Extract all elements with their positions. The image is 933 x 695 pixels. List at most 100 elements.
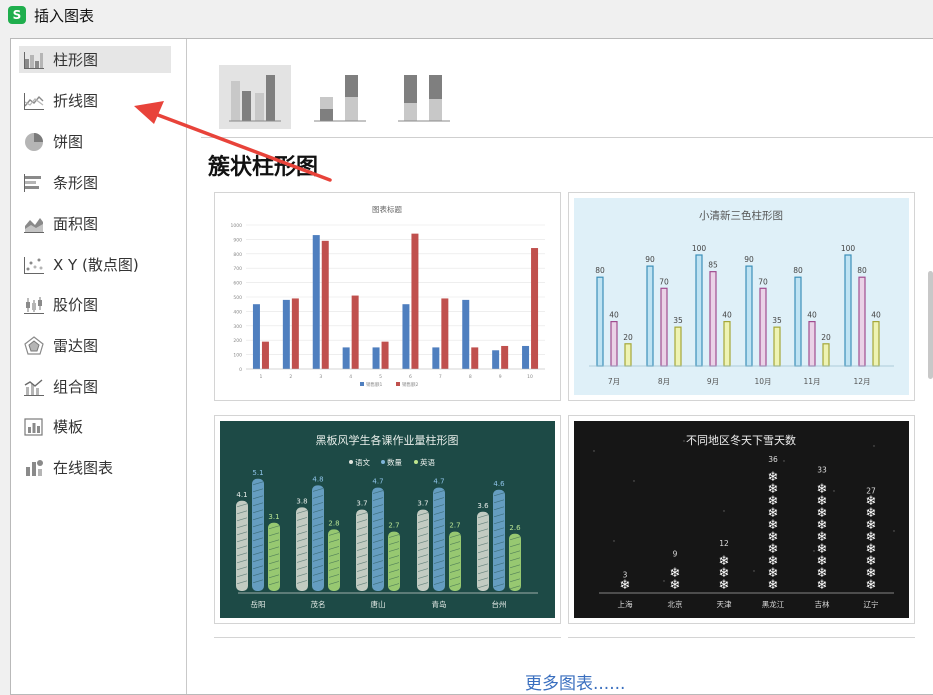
y-tick-label: 800 <box>233 252 242 258</box>
title-bar: S 插入图表 <box>0 0 933 30</box>
bar <box>449 531 461 591</box>
sidebar-item-line[interactable]: 折线图 <box>19 87 171 114</box>
bar <box>844 254 852 367</box>
sidebar-item-label: 组合图 <box>53 378 99 396</box>
data-label: 2.7 <box>388 522 399 530</box>
background-dot <box>813 550 815 552</box>
data-label: 4.1 <box>236 491 247 499</box>
sidebar-item-pie[interactable]: 饼图 <box>19 128 171 155</box>
x-tick-label: 上海 <box>618 599 633 609</box>
card-row-divider <box>568 637 915 638</box>
data-label: 4.7 <box>372 478 383 486</box>
y-tick-label: 1000 <box>231 223 243 229</box>
chart-title: 不同地区冬天下雪天数 <box>686 433 796 447</box>
chart-template-card-1[interactable]: 图表标题 0 100 200 300 400 500 600 700 800 900 1000 1 2 3 4… <box>214 192 561 401</box>
clustered-column-icon <box>229 75 281 122</box>
bar <box>432 347 440 369</box>
y-tick-label: 300 <box>233 324 242 330</box>
data-label: 2.8 <box>328 519 339 527</box>
scrollbar[interactable] <box>925 39 933 694</box>
combo-chart-icon <box>24 378 44 396</box>
scatter-chart-icon <box>24 256 44 274</box>
sidebar-item-column[interactable]: 柱形图 <box>19 46 171 73</box>
bar <box>822 343 830 367</box>
sidebar-item-area[interactable]: 面积图 <box>19 210 171 237</box>
bar <box>522 345 530 369</box>
chart-template-card-4[interactable]: 不同地区冬天下雪天数 ❄ 3 上海 ❄ ❄ 9 北京 ❄ ❄ ❄ 12 天津 ❄ ❄ ❄ ❄ ❄ ❄ ❄ ❄ ❄ ❄ 36 黑龙… <box>568 415 915 624</box>
y-tick-label: 700 <box>233 266 242 272</box>
more-charts-link[interactable]: 更多图表...... <box>525 669 625 694</box>
x-tick-label: 1 <box>260 374 263 380</box>
snowflake-icon: ❄ <box>866 494 877 509</box>
fresh-tricolor-bar-chart: 小清新三色柱形图8040207月9070358月10085409月9070351… <box>589 209 894 386</box>
pie-chart-icon <box>25 132 43 151</box>
sidebar-item-label: 在线图表 <box>53 459 114 477</box>
sidebar-item-bar[interactable]: 条形图 <box>19 169 171 196</box>
percent-stacked-column-icon <box>398 75 450 122</box>
stacked-column-subtype[interactable] <box>304 65 376 129</box>
sidebar-item-template[interactable]: 模板 <box>19 413 171 440</box>
chart-template-card-3[interactable]: 黑板风学生各课作业量柱形图 语文 数量 英语 4.1 5.1 3.1 岳阳 3.8 4.8 2.8 茂… <box>214 415 561 624</box>
x-tick-label: 2 <box>289 374 292 380</box>
bar <box>261 341 269 369</box>
radar-chart-icon <box>24 335 44 355</box>
clustered-column-subtype[interactable] <box>219 65 291 129</box>
bar <box>773 326 781 367</box>
x-tick-label: 8月 <box>658 377 670 386</box>
data-label: 100 <box>692 244 707 253</box>
snowflake-icon: ❄ <box>620 578 631 593</box>
sidebar-item-label: 模板 <box>53 418 84 436</box>
background-dot <box>633 480 635 482</box>
data-label: 4.8 <box>312 475 323 483</box>
background-dot <box>753 570 755 572</box>
section-title: 簇状柱形图 <box>208 155 319 180</box>
bar <box>501 345 509 369</box>
x-tick-label: 青岛 <box>432 599 447 609</box>
bar <box>610 320 618 367</box>
x-tick-label: 7 <box>439 374 442 380</box>
sidebar-item-scatter[interactable]: X Y (散点图) <box>19 251 171 278</box>
chart-title: 小清新三色柱形图 <box>699 209 783 222</box>
x-tick-label: 9 <box>499 374 502 380</box>
chart-template-card-2[interactable]: 小清新三色柱形图 80 40 20 7月 90 70 35 8月 100 85 40 9月 90 70 35 1… <box>568 192 915 401</box>
data-label: 80 <box>857 266 867 275</box>
sidebar-item-stock[interactable]: 股价图 <box>19 291 171 318</box>
bar <box>646 265 654 367</box>
x-tick-label: 辽宁 <box>864 599 879 609</box>
background-dot <box>873 445 875 447</box>
bar <box>441 298 449 369</box>
app-logo-icon: S <box>8 6 26 24</box>
column-chart-icon <box>24 51 44 69</box>
data-label: 70 <box>758 277 768 286</box>
bar <box>381 341 389 369</box>
data-label: 33 <box>817 466 827 475</box>
background-dot <box>783 460 785 462</box>
stock-chart-icon <box>24 296 44 314</box>
legend-dot <box>381 460 385 464</box>
bar <box>342 347 350 369</box>
clustered-bar-chart: 图表标题 0 100 200 300 400 500 600 700 800 900 1000 1 2 3 4… <box>220 198 555 395</box>
data-label: 5.1 <box>252 469 263 477</box>
data-label: 12 <box>719 539 729 548</box>
background-dot <box>663 580 665 582</box>
y-tick-label: 100 <box>233 353 242 359</box>
legend-dot <box>349 460 353 464</box>
legend-dot <box>414 460 418 464</box>
sidebar-item-combo[interactable]: 组合图 <box>19 373 171 400</box>
bar <box>509 533 521 591</box>
percent-stacked-column-subtype[interactable] <box>388 65 460 129</box>
sidebar-item-radar[interactable]: 雷达图 <box>19 332 171 359</box>
bar <box>351 295 359 369</box>
x-tick-label: 茂名 <box>311 599 326 609</box>
data-label: 4.6 <box>493 480 505 488</box>
y-tick-label: 0 <box>239 367 242 373</box>
scrollbar-thumb[interactable] <box>928 271 933 379</box>
sidebar-item-label: 柱形图 <box>53 51 99 69</box>
data-label: 4.7 <box>433 478 444 486</box>
legend-label: 数量 <box>387 457 402 467</box>
data-label: 36 <box>768 455 778 464</box>
bar <box>745 265 753 367</box>
sidebar-item-online[interactable]: 在线图表 <box>19 454 171 481</box>
bar <box>321 240 329 369</box>
data-label: 20 <box>821 333 831 342</box>
